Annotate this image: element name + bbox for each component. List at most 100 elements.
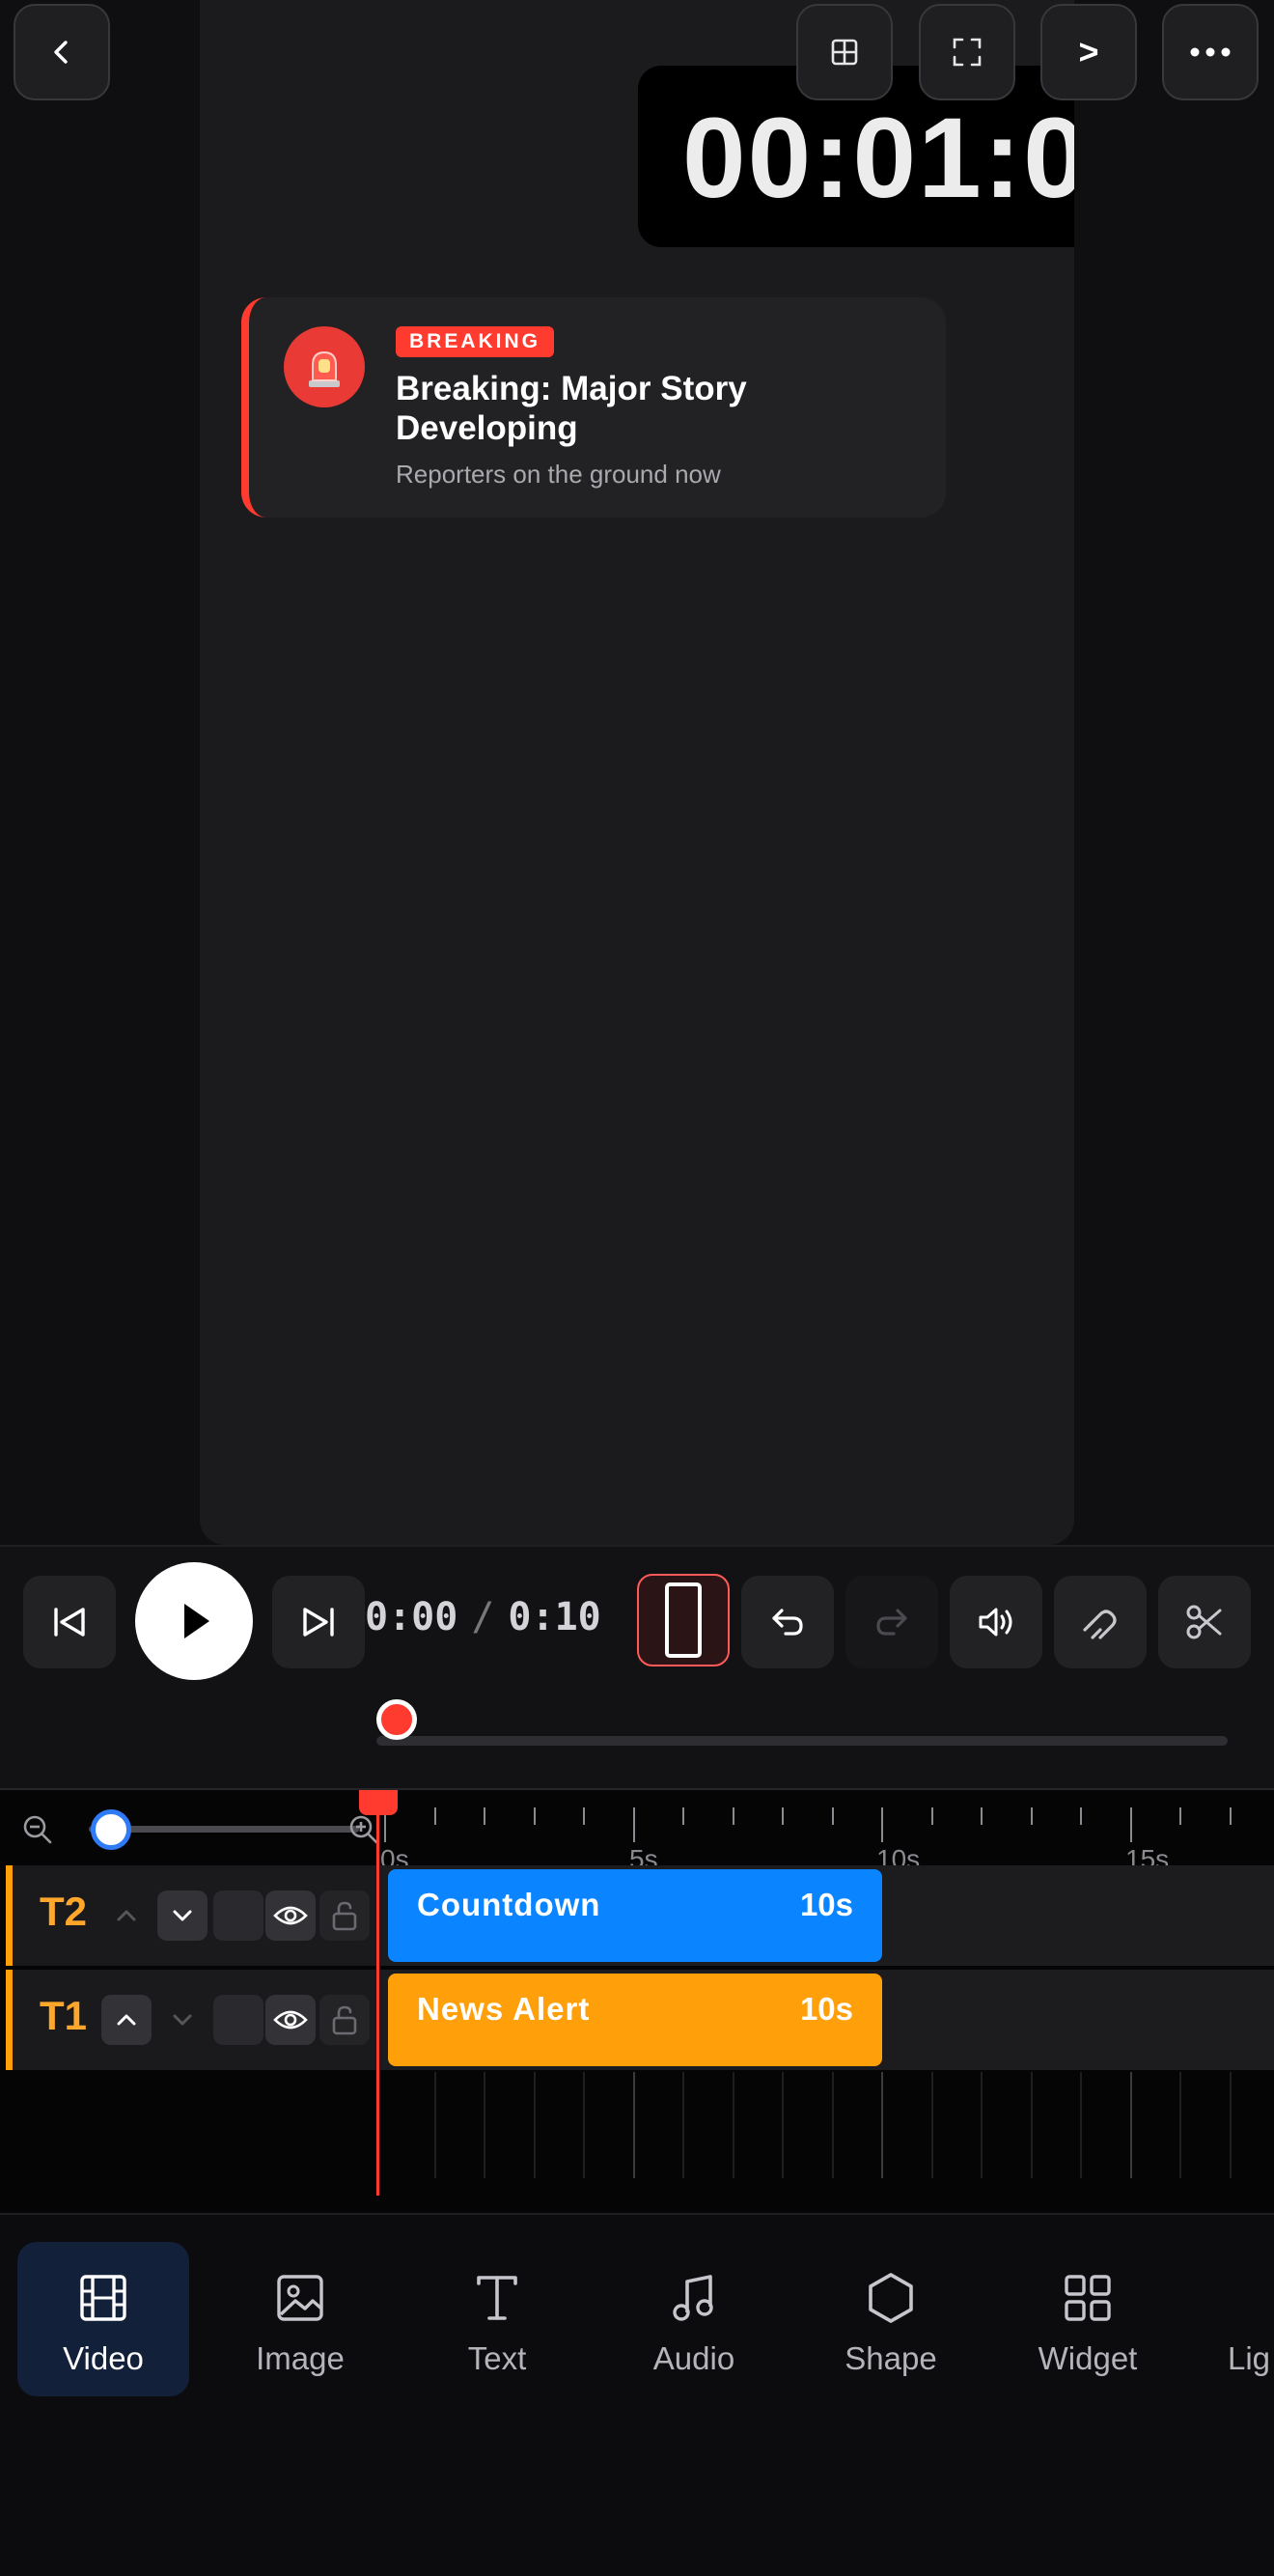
play-icon [184,1604,209,1638]
scissors-icon [1186,1605,1222,1639]
play-button[interactable] [135,1562,253,1680]
fullscreen-button[interactable] [919,4,1015,100]
timeline-ruler[interactable]: 0s 5s 10s 15s [380,1790,1274,1874]
track-header[interactable]: T1 [6,1970,376,2070]
timeline-panel: 0s 5s 10s 15s T2 Countdown 10s T1 News A… [0,1788,1274,2213]
grid-line [732,2072,734,2178]
ruler-tick [1229,1807,1232,1825]
tab-video[interactable]: Video [17,2242,189,2396]
film-icon [77,2269,129,2327]
aspect-ratio-button[interactable] [637,1574,730,1666]
chevron-down-icon [173,1910,192,1921]
grid-line [981,2072,983,2178]
grid-toggle-button[interactable] [796,4,893,100]
move-track-down-button[interactable] [157,1890,208,1941]
eye-icon [273,2010,308,2030]
grid-line [881,2072,883,2178]
grid-line [1229,2072,1232,2178]
undo-button[interactable] [741,1576,834,1668]
total-time: 0:10 [508,1595,601,1639]
lock-button[interactable] [319,1995,370,2045]
scrubber-handle[interactable] [376,1699,417,1740]
ruler-tick [981,1807,983,1825]
track-name: T1 [40,1993,88,2038]
move-track-down-button[interactable] [157,1995,208,2045]
time-readout: 0:00 / 0:10 [365,1595,601,1639]
tab-label: Lig [1228,2340,1271,2376]
grid-line [533,2072,536,2178]
fullscreen-icon [953,38,982,67]
more-dots-icon [1190,47,1231,57]
alert-subtitle: Reporters on the ground now [396,460,721,489]
ruler-tick [930,1807,933,1825]
next-button[interactable]: > [1040,4,1137,100]
ruler-tick [732,1807,734,1825]
redo-button[interactable] [845,1576,938,1668]
countdown-text: 00:01:0 [682,95,1074,222]
skip-to-start-button[interactable] [23,1576,116,1668]
chevron-up-icon [117,1910,136,1921]
news-alert-overlay[interactable]: BREAKING Breaking: Major Story Developin… [241,297,946,518]
tab-label: Widget [1038,2340,1138,2376]
zoom-in-icon[interactable] [347,1813,380,1846]
ruler-tick [533,1807,536,1825]
tab-widget[interactable]: Widget [1002,2242,1174,2396]
magnet-icon [1083,1610,1117,1639]
zoom-out-icon[interactable] [21,1813,54,1846]
more-options-button[interactable] [1162,4,1259,100]
tab-label: Image [256,2340,345,2376]
chevron-down-icon [173,2014,192,2026]
tab-partial[interactable]: Lig [1185,2242,1274,2396]
split-clip-button[interactable] [1158,1576,1251,1668]
grid-icon [1062,2269,1114,2327]
track-lane[interactable]: News Alert 10s [380,1970,1274,2070]
clip-news-alert[interactable]: News Alert 10s [388,1974,882,2066]
grid-line [782,2072,784,2178]
grid-icon [831,39,858,66]
lock-button[interactable] [319,1890,370,1941]
playback-controls: 0:00 / 0:10 [0,1545,1274,1695]
track-lane[interactable]: Countdown 10s [380,1865,1274,1966]
track-header[interactable]: T2 [6,1865,376,1966]
tab-text[interactable]: Text [411,2242,583,2396]
chevron-up-icon [117,2014,136,2026]
image-icon [274,2269,326,2327]
clip-duration: 10s [799,1887,853,1922]
track-color-button[interactable] [213,1995,263,2045]
playhead[interactable] [376,1790,379,2196]
breaking-badge: BREAKING [396,326,555,357]
grid-line [1129,2072,1132,2178]
volume-button[interactable] [950,1576,1042,1668]
clip-label: News Alert [417,1991,591,2027]
redo-icon [876,1609,907,1636]
scrubber [0,1695,1274,1788]
skip-back-icon [54,1608,85,1637]
tab-label: Audio [652,2340,735,2376]
visibility-button[interactable] [265,1890,316,1941]
tab-label: Shape [845,2340,937,2376]
grid-line [831,2072,834,2178]
snap-magnet-button[interactable] [1054,1576,1147,1668]
current-time: 0:00 [365,1595,458,1639]
clip-duration: 10s [799,1991,853,2027]
grid-line [682,2072,684,2178]
visibility-button[interactable] [265,1995,316,2045]
ruler-tick [1129,1807,1132,1842]
tab-image[interactable]: Image [214,2242,386,2396]
tab-audio[interactable]: Audio [608,2242,780,2396]
tab-shape[interactable]: Shape [805,2242,977,2396]
playhead-handle[interactable] [359,1790,398,1815]
ruler-tick [1179,1807,1181,1825]
ruler-tick [782,1807,784,1825]
move-track-up-button[interactable] [101,1995,152,2045]
scrubber-track[interactable] [376,1736,1228,1746]
clip-countdown[interactable]: Countdown 10s [388,1869,882,1962]
zoom-slider-knob[interactable] [91,1809,131,1850]
ruler-tick [583,1807,585,1825]
skip-to-end-button[interactable] [272,1576,365,1668]
alert-title: Breaking: Major Story Developing [396,370,747,447]
move-track-up-button[interactable] [101,1890,152,1941]
track-color-button[interactable] [213,1890,263,1941]
back-button[interactable] [14,4,110,100]
unlock-icon [332,2005,357,2035]
